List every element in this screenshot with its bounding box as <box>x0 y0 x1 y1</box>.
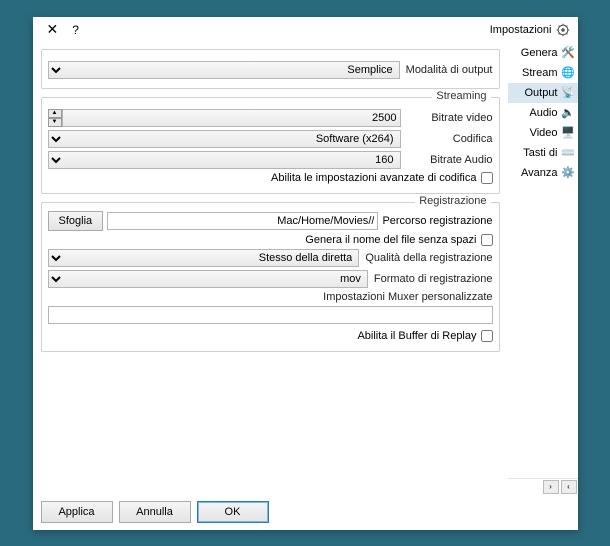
output-mode-select[interactable]: Semplice <box>48 61 400 79</box>
speaker-icon: 🔈 <box>561 105 576 120</box>
monitor-icon: 🖥️ <box>561 125 576 140</box>
encoder-select[interactable]: Software (x264) <box>48 130 401 148</box>
recording-group: Registrazione Percorso registrazione Sfo… <box>41 202 500 352</box>
keyboard-icon: ⌨️ <box>561 145 576 160</box>
streaming-group: Streaming Bitrate video ▲ ▼ Codifica Sof… <box>41 97 500 194</box>
audio-bitrate-select[interactable]: 160 <box>48 151 401 169</box>
titlebar: Impostazioni ? ✕ <box>33 17 578 43</box>
sidebar-item-label: Avanza <box>521 167 558 179</box>
scroll-left-button[interactable]: ‹ <box>543 480 559 494</box>
sidebar-item-label: Audio <box>529 107 557 119</box>
replay-buffer-checkbox[interactable] <box>481 330 493 342</box>
recording-quality-select[interactable]: Stesso della diretta <box>48 249 360 267</box>
scroll-right-button[interactable]: › <box>561 480 577 494</box>
recording-quality-label: Qualità della registrazione <box>365 252 492 264</box>
settings-window: Impostazioni ? ✕ 🛠️ Genera 🌐 Stream 📡 Ou… <box>33 17 578 530</box>
gear-icon <box>556 23 570 37</box>
sidebar-item-label: Stream <box>522 67 557 79</box>
video-bitrate-input[interactable] <box>62 109 401 127</box>
broadcast-icon: 📡 <box>561 85 576 100</box>
globe-icon: 🌐 <box>561 65 576 80</box>
wrench-icon: 🛠️ <box>561 45 576 60</box>
spin-up-button[interactable]: ▲ <box>48 109 62 118</box>
spin-down-button[interactable]: ▼ <box>48 118 62 127</box>
sidebar-item-stream[interactable]: 🌐 Stream <box>508 63 578 83</box>
sidebar-item-label: Output <box>524 87 557 99</box>
advanced-encoding-checkbox[interactable] <box>481 172 493 184</box>
sidebar-item-output[interactable]: 📡 Output <box>508 83 578 103</box>
nospaces-checkbox[interactable] <box>481 234 493 246</box>
audio-bitrate-label: Bitrate Audio <box>407 154 493 166</box>
cancel-button[interactable]: Annulla <box>119 501 191 523</box>
sidebar-item-label: Video <box>530 127 558 139</box>
window-body: 🛠️ Genera 🌐 Stream 📡 Output 🔈 Audio 🖥️ <box>33 43 578 494</box>
ok-button[interactable]: OK <box>197 501 269 523</box>
streaming-legend: Streaming <box>432 90 490 102</box>
recording-format-select[interactable]: mov <box>48 270 368 288</box>
nospaces-label: Genera il nome del file senza spazi <box>305 234 476 246</box>
sidebar-item-video[interactable]: 🖥️ Video <box>508 123 578 143</box>
recording-path-input[interactable] <box>107 212 378 230</box>
sidebar-item-advanced[interactable]: ⚙️ Avanza <box>508 163 578 183</box>
replay-buffer-label: Abilita il Buffer di Replay <box>357 330 476 342</box>
advanced-encoding-label: Abilita le impostazioni avanzate di codi… <box>271 172 476 184</box>
content-pane: Modalità di output Semplice Streaming Bi… <box>33 43 508 494</box>
sidebar-scrollbar: › ‹ <box>508 478 578 494</box>
recording-legend: Registrazione <box>415 195 490 207</box>
cogs-icon: ⚙️ <box>561 165 576 180</box>
close-button[interactable]: ✕ <box>41 21 65 38</box>
recording-format-label: Formato di registrazione <box>374 273 493 285</box>
sidebar-item-audio[interactable]: 🔈 Audio <box>508 103 578 123</box>
window-title: Impostazioni <box>490 24 552 36</box>
sidebar-item-hotkeys[interactable]: ⌨️ Tasti di <box>508 143 578 163</box>
sidebar-item-label: Tasti di <box>523 147 557 159</box>
sidebar-item-general[interactable]: 🛠️ Genera <box>508 43 578 63</box>
apply-button[interactable]: Applica <box>41 501 113 523</box>
video-bitrate-label: Bitrate video <box>407 112 493 124</box>
sidebar-item-label: Genera <box>521 47 558 59</box>
sidebar: 🛠️ Genera 🌐 Stream 📡 Output 🔈 Audio 🖥️ <box>508 43 578 494</box>
muxer-input[interactable] <box>48 306 493 324</box>
recording-path-label: Percorso registrazione <box>382 215 492 227</box>
browse-button[interactable]: Sfoglia <box>48 211 104 231</box>
footer: OK Annulla Applica <box>33 494 578 530</box>
output-mode-label: Modalità di output <box>406 64 493 76</box>
help-button[interactable]: ? <box>64 23 87 37</box>
output-mode-group: Modalità di output Semplice <box>41 49 500 89</box>
muxer-label: Impostazioni Muxer personalizzate <box>323 291 492 303</box>
encoder-label: Codifica <box>407 133 493 145</box>
